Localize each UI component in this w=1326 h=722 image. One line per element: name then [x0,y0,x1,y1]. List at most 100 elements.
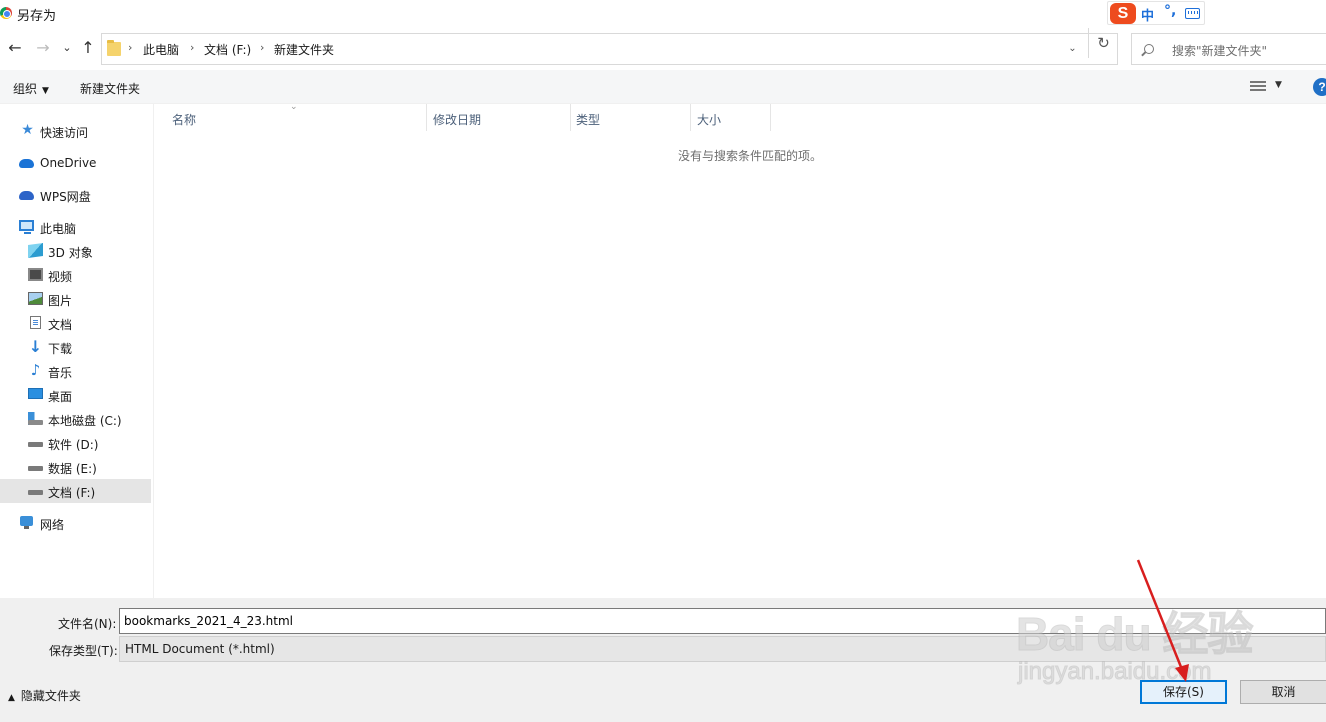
filetype-selected-value: HTML Document (*.html) [125,642,275,656]
view-options-icon[interactable] [1250,81,1266,93]
sidebar-item-label: 文档 (F:) [48,486,96,500]
sidebar-item-label: 视频 [48,270,73,284]
sidebar-item-documents[interactable]: 文档 [0,311,151,335]
title-bar: 另存为 S 中 °, [0,0,1326,28]
breadcrumb-separator[interactable]: › [190,41,194,54]
search-icon [1144,44,1154,54]
sidebar-item-label: 音乐 [48,366,73,380]
sort-chevron-icon: ⌄ [290,102,298,112]
empty-folder-message: 没有与搜索条件匹配的项。 [678,149,823,163]
breadcrumb-new-folder[interactable]: 新建文件夹 [274,41,334,58]
sogou-logo-icon[interactable]: S [1110,3,1136,24]
sidebar-item-label: 图片 [48,294,73,308]
sidebar-item-label: 网络 [40,518,65,532]
caret-up-icon: ▲ [8,693,15,703]
sidebar-item-desktop[interactable]: 桌面 [0,383,151,407]
forward-arrow-icon[interactable]: → [33,38,53,58]
column-header-type[interactable]: 类型 [571,104,691,131]
help-icon[interactable]: ? [1313,78,1326,96]
column-header-name[interactable]: ⌄ 名称 [155,102,427,131]
sidebar-item-label: 此电脑 [40,222,77,236]
hide-folders-label: 隐藏文件夹 [20,689,81,703]
column-header-label: 修改日期 [433,113,482,127]
caret-down-icon: ▼ [42,86,49,96]
sidebar-item-label: 3D 对象 [48,246,93,260]
sidebar-item-label: 快速访问 [40,126,89,140]
search-box[interactable]: 搜索"新建文件夹" [1131,33,1326,65]
sidebar-item-network[interactable]: 网络 [0,511,151,535]
ime-language-toggle[interactable]: 中 [1141,5,1154,24]
sidebar-item-label: 数据 (E:) [48,462,97,476]
computer-icon [19,220,34,234]
cube-icon [28,242,43,259]
sidebar-item-pictures[interactable]: 图片 [0,287,151,311]
filetype-select[interactable]: HTML Document (*.html) [119,636,1326,662]
document-icon [30,316,41,329]
filename-label: 文件名(N): [58,617,117,631]
address-dropdown-chevron-icon[interactable]: ⌄ [1057,34,1087,64]
hide-folders-toggle[interactable]: ▲ 隐藏文件夹 [8,687,81,704]
save-panel: 文件名(N): 保存类型(T): HTML Document (*.html) … [0,598,1326,722]
navigation-pane: ★ 快速访问 OneDrive WPS网盘 此电脑 3D 对象 视频 图片 文档… [0,104,154,598]
column-header-size[interactable]: 大小 [691,104,771,131]
filename-input[interactable] [119,608,1326,634]
new-folder-button[interactable]: 新建文件夹 [80,80,140,97]
desktop-icon [28,388,43,399]
drive-icon [28,490,43,495]
sidebar-item-label: 文档 [48,318,73,332]
column-header-modified[interactable]: 修改日期 [427,104,571,131]
navigation-bar: ← → ⌄ ↑ › 此电脑 › 文档 (F:) › 新建文件夹 ⌄ ↻ 搜索"新… [0,28,1326,70]
cancel-button[interactable]: 取消 [1240,680,1326,704]
search-placeholder[interactable]: 搜索"新建文件夹" [1172,42,1267,59]
refresh-icon[interactable]: ↻ [1088,28,1118,58]
filetype-label: 保存类型(T): [49,644,118,658]
sidebar-item-wps-drive[interactable]: WPS网盘 [0,183,151,207]
system-drive-icon [28,412,43,425]
chrome-app-icon [0,7,12,19]
sidebar-item-music[interactable]: ♪ 音乐 [0,359,151,383]
sidebar-item-label: 桌面 [48,390,73,404]
window-title: 另存为 [17,9,57,24]
back-arrow-icon[interactable]: ← [5,38,25,58]
recent-locations-chevron-icon[interactable]: ⌄ [60,38,74,58]
sidebar-item-downloads[interactable]: ↓ 下载 [0,335,151,359]
sidebar-item-drive-f[interactable]: 文档 (F:) [0,479,151,503]
sidebar-item-label: OneDrive [40,156,97,170]
sidebar-item-label: 本地磁盘 (C:) [48,414,122,428]
save-button[interactable]: 保存(S) [1140,680,1227,704]
command-toolbar: 组织 ▼ 新建文件夹 ▼ ? [0,70,1326,104]
breadcrumb-separator[interactable]: › [260,41,264,54]
address-bar[interactable]: › 此电脑 › 文档 (F:) › 新建文件夹 ⌄ [101,33,1118,65]
drive-icon [28,466,43,471]
view-caret-down-icon[interactable]: ▼ [1275,80,1282,90]
breadcrumb-drive-f[interactable]: 文档 (F:) [204,41,251,58]
keyboard-icon[interactable] [1185,8,1200,19]
breadcrumb-this-pc[interactable]: 此电脑 [143,41,179,58]
cloud-icon [19,159,34,168]
wps-cloud-icon [19,191,34,200]
sidebar-item-drive-e[interactable]: 数据 (E:) [0,455,151,479]
column-header-label: 名称 [172,113,197,127]
drive-icon [28,442,43,447]
ime-punctuation-toggle[interactable]: °, [1164,3,1176,19]
ime-toolbar[interactable]: S 中 °, [1107,1,1205,25]
sidebar-item-3d-objects[interactable]: 3D 对象 [0,239,151,263]
picture-icon [28,292,43,305]
breadcrumb-separator[interactable]: › [128,41,132,54]
organize-menu-button[interactable]: 组织 ▼ [13,80,49,97]
sidebar-item-onedrive[interactable]: OneDrive [0,151,151,175]
music-icon: ♪ [30,361,41,379]
organize-label: 组织 [13,82,38,96]
sidebar-item-drive-d[interactable]: 软件 (D:) [0,431,151,455]
up-arrow-icon[interactable]: ↑ [78,38,98,58]
sidebar-item-this-pc[interactable]: 此电脑 [0,215,151,239]
sidebar-item-drive-c[interactable]: 本地磁盘 (C:) [0,407,151,431]
download-icon: ↓ [28,337,43,356]
folder-icon [107,40,121,56]
file-list[interactable]: ⌄ 名称 修改日期 类型 大小 没有与搜索条件匹配的项。 [155,102,1326,598]
sidebar-item-videos[interactable]: 视频 [0,263,151,287]
star-icon: ★ [21,122,34,138]
sidebar-item-label: 下载 [48,342,73,356]
network-icon [20,516,33,529]
sidebar-item-quick-access[interactable]: ★ 快速访问 [0,119,151,143]
